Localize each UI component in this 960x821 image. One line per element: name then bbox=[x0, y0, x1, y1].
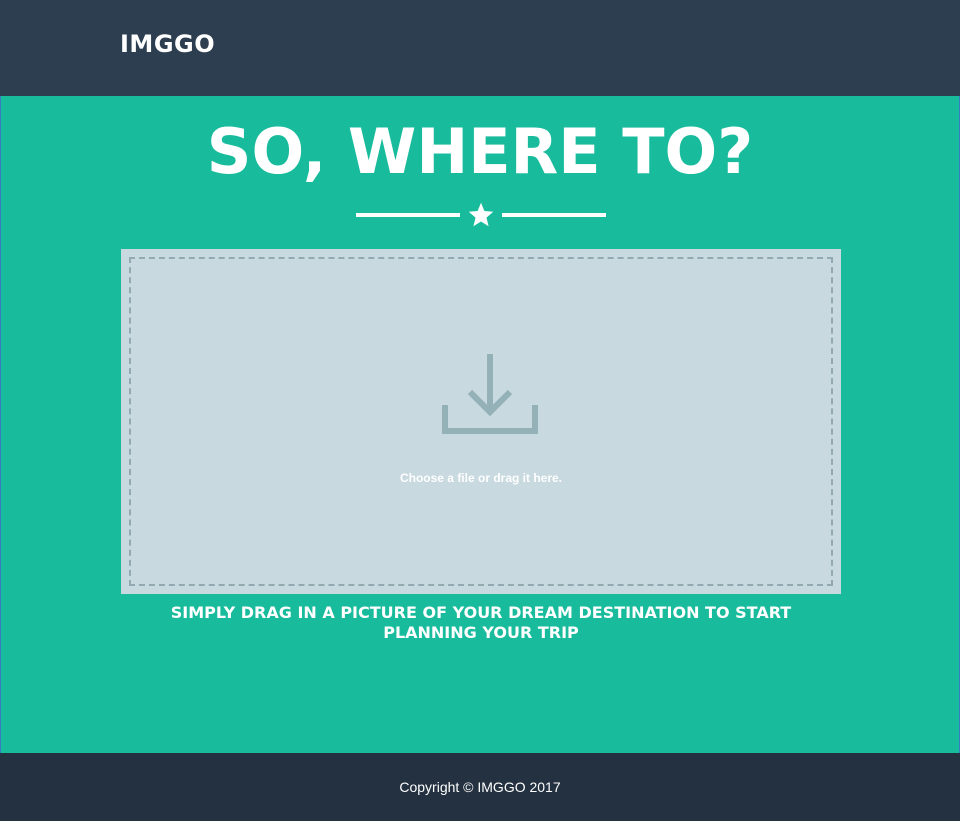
download-icon bbox=[442, 354, 538, 434]
file-dropzone[interactable]: Choose a file or drag it here. bbox=[121, 249, 841, 594]
dropzone-dashed-border[interactable]: Choose a file or drag it here. bbox=[129, 257, 833, 586]
dropzone-label[interactable]: Choose a file or drag it here. bbox=[131, 471, 831, 485]
footer: Copyright © IMGGO 2017 bbox=[0, 753, 960, 821]
divider-line-left bbox=[356, 213, 460, 217]
copyright-text: Copyright © IMGGO 2017 bbox=[399, 779, 561, 795]
brand-logo-link[interactable]: IMGGO bbox=[120, 30, 215, 58]
star-divider bbox=[356, 200, 606, 230]
page-title: SO, WHERE TO? bbox=[206, 115, 754, 188]
star-icon bbox=[468, 202, 494, 227]
divider-line-right bbox=[502, 213, 606, 217]
hero-section: SO, WHERE TO? Choose a file or drag it h… bbox=[0, 96, 960, 753]
tagline: SIMPLY DRAG IN A PICTURE OF YOUR DREAM D… bbox=[170, 603, 792, 642]
navbar: IMGGO bbox=[0, 0, 960, 96]
